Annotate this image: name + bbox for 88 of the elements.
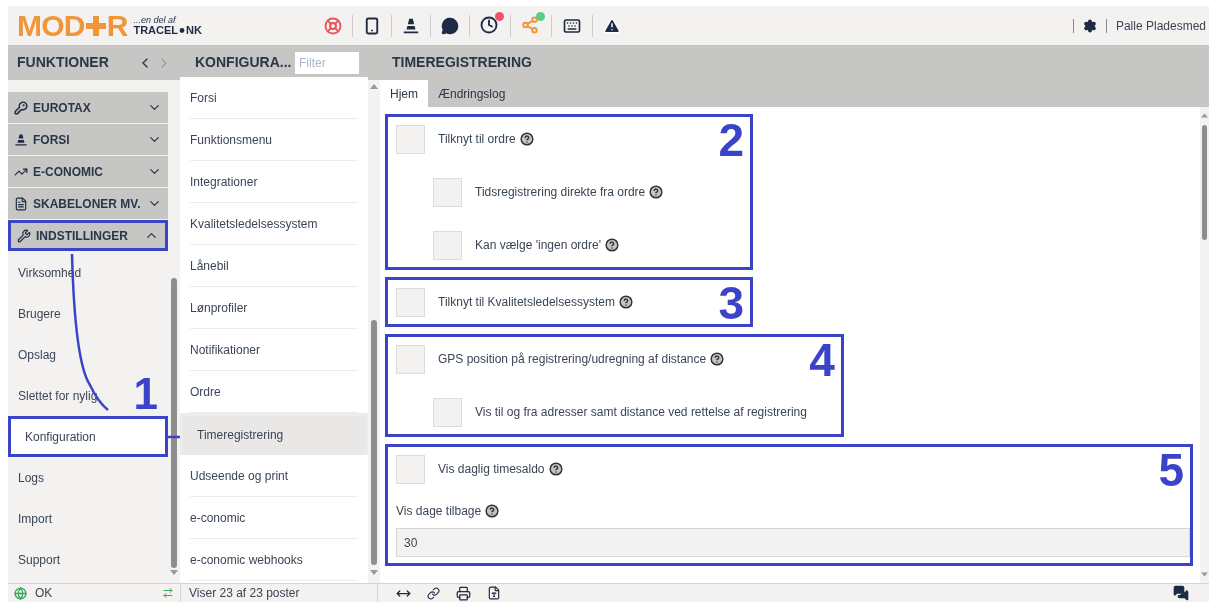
list-item[interactable]: Timeregistrering: [180, 413, 368, 455]
list-item[interactable]: e-conomic: [190, 497, 358, 539]
settings-icon[interactable]: [1082, 18, 1097, 33]
checkbox[interactable]: [396, 287, 425, 317]
record-count: Viser 23 af 23 poster: [189, 585, 301, 602]
help-icon[interactable]: [485, 504, 500, 518]
list-item[interactable]: Udseende og print: [190, 455, 358, 497]
scroll-up-arrow-icon[interactable]: [370, 84, 378, 89]
list-item[interactable]: Kvalitetsledelsessystem: [190, 203, 358, 245]
annotation-number: 1: [133, 372, 158, 416]
checkbox-label: Tilknyt til ordre: [438, 131, 516, 148]
menu-group[interactable]: FORSI: [8, 124, 168, 155]
menu-item[interactable]: Opslag: [8, 334, 168, 375]
checkbox-label: GPS position på registrering/udregning af distance: [438, 351, 707, 368]
help-icon[interactable]: [618, 295, 633, 309]
menu-group[interactable]: INDSTILLINGER: [8, 220, 168, 251]
key-icon: [14, 100, 28, 115]
brand-link-icon: [178, 25, 187, 35]
help-icon[interactable]: [548, 462, 563, 476]
checkbox[interactable]: [396, 454, 425, 484]
menu-item[interactable]: Brugere: [8, 293, 168, 334]
tagline: ...en del af: [133, 15, 178, 25]
chat-bubble-icon[interactable]: [440, 16, 459, 35]
panel-title: TIMEREGISTRERING: [392, 53, 532, 72]
list-item[interactable]: Notifikationer: [190, 329, 358, 371]
menu-item[interactable]: Support: [8, 539, 168, 580]
brand-text: TRACEL: [133, 24, 179, 36]
menu-group[interactable]: SKABELONER MV.: [8, 188, 168, 219]
checkbox[interactable]: [433, 397, 462, 427]
menu-item[interactable]: Import: [8, 498, 168, 539]
document-icon: [14, 196, 28, 211]
print-icon[interactable]: [456, 585, 471, 601]
globe-icon: [14, 586, 27, 600]
annotation-line: [168, 435, 180, 439]
scroll-up-arrow-icon[interactable]: [1201, 113, 1208, 118]
list-item[interactable]: Lønprofiler: [190, 287, 358, 329]
traffic-cone-icon: [14, 132, 28, 147]
tab[interactable]: Hjem: [380, 80, 428, 107]
scroll-down-arrow-icon[interactable]: [370, 570, 378, 575]
checkbox[interactable]: [396, 344, 425, 374]
tab[interactable]: Ændringslog: [428, 80, 516, 107]
wrench-icon: [17, 228, 31, 243]
help-icon[interactable]: [519, 132, 534, 146]
traffic-cone-icon: [401, 16, 420, 35]
list-item[interactable]: Funktionsmenu: [190, 119, 358, 161]
menu-item[interactable]: Logs: [8, 457, 168, 498]
annotation-number: 3: [718, 280, 744, 326]
checkbox-label: Vis daglig timesaldo: [438, 461, 545, 478]
list-item[interactable]: Lånebil: [190, 245, 358, 287]
checkbox[interactable]: [396, 124, 425, 154]
filter-field[interactable]: Filter: [295, 51, 359, 74]
annotation-number: 2: [718, 117, 744, 163]
help-icon[interactable]: [710, 352, 725, 366]
help-icon[interactable]: [649, 185, 664, 199]
panel-title: FUNKTIONER: [17, 53, 110, 72]
brand-text: NK: [186, 24, 202, 36]
logo-plus-icon: [85, 14, 106, 37]
field-label: Vis dage tilbage: [396, 503, 482, 520]
sync-arrows-icon[interactable]: [162, 587, 174, 599]
logo-text: R: [106, 10, 129, 41]
chat-bubbles-icon[interactable]: [1173, 585, 1189, 601]
link-icon[interactable]: [427, 586, 440, 600]
list-item[interactable]: Integrationer: [190, 161, 358, 203]
scroll-down-arrow-icon[interactable]: [170, 570, 178, 575]
list-item[interactable]: e-conomic webhooks: [190, 539, 358, 581]
checkbox[interactable]: [433, 177, 462, 207]
panel-title: KONFIGURA...: [195, 53, 293, 72]
status-text: OK: [35, 585, 53, 602]
user-name[interactable]: Palle Pladesmed: [1115, 16, 1206, 35]
number-field[interactable]: 30: [396, 528, 1190, 557]
checkbox-label: Tilknyt til Kvalitetsledelsessystem: [438, 294, 615, 311]
warning-icon[interactable]: [602, 16, 621, 35]
checkbox[interactable]: [433, 230, 462, 260]
lifebuoy-icon[interactable]: [323, 16, 342, 35]
list-item[interactable]: Forsi: [190, 77, 358, 119]
checkbox-label: Kan vælge 'ingen ordre': [475, 237, 601, 254]
checkbox-label: Vis til og fra adresser samt distance ved rettelse af registrering: [475, 404, 807, 421]
scroll-down-arrow-icon[interactable]: [1201, 572, 1208, 577]
pdf-file-icon[interactable]: [487, 586, 501, 600]
annotation-number: 5: [1158, 447, 1184, 493]
menu-item[interactable]: Konfiguration: [8, 416, 168, 457]
menu-group[interactable]: E-CONOMIC: [8, 156, 168, 187]
keyboard-icon[interactable]: [561, 16, 582, 35]
checkbox-label: Tidsregistrering direkte fra ordre: [475, 184, 646, 201]
help-icon[interactable]: [605, 238, 619, 252]
annotation-number: 4: [809, 337, 835, 383]
logo-text: MOD: [17, 10, 85, 41]
menu-group[interactable]: EUROTAX: [8, 92, 168, 123]
